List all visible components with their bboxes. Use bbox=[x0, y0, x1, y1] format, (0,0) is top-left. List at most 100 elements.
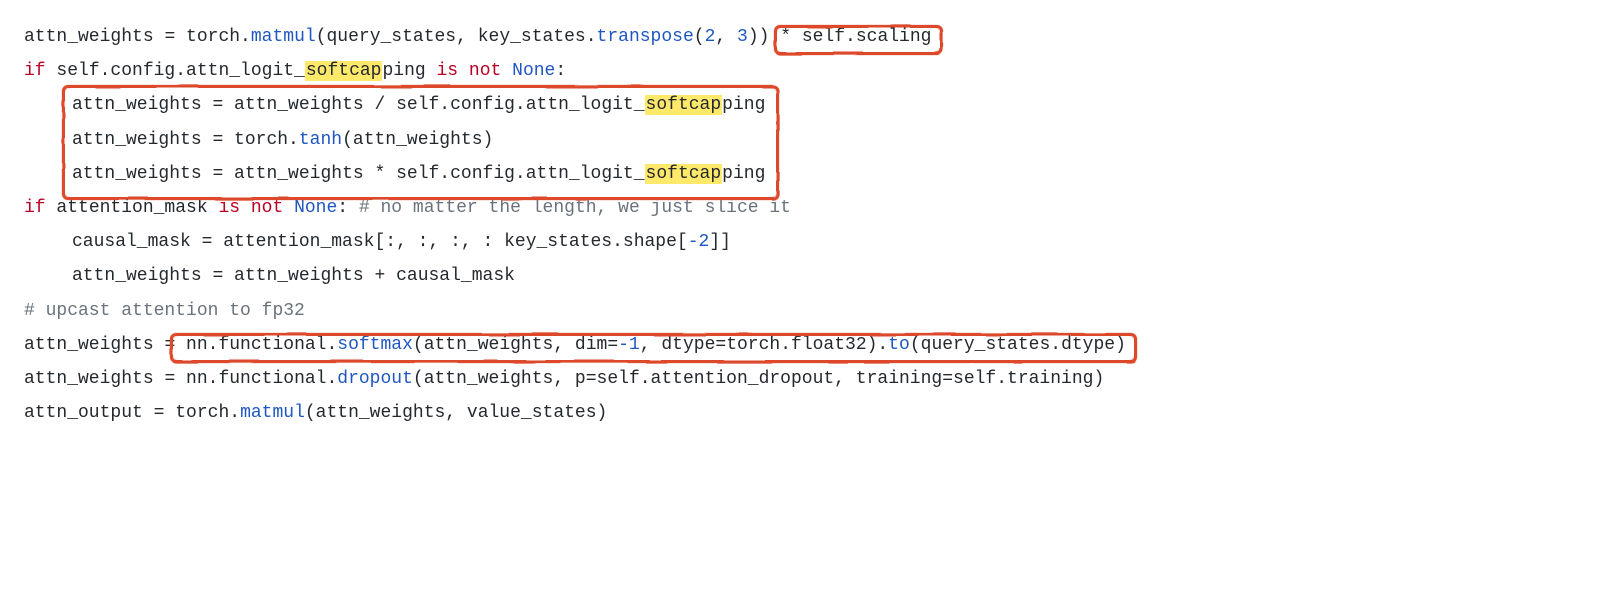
text: ping bbox=[722, 164, 765, 184]
operator: = bbox=[202, 232, 213, 252]
fn-matmul: matmul bbox=[251, 27, 316, 47]
number: -2 bbox=[688, 232, 710, 252]
code-line-3: if self.config.attn_logit_softcapping is… bbox=[24, 54, 1580, 88]
code-line-9: attn_weights = attn_weights + causal_mas… bbox=[24, 259, 1580, 293]
number: -1 bbox=[618, 335, 640, 355]
fn-dropout: dropout bbox=[337, 369, 413, 389]
keyword-if: if bbox=[24, 61, 46, 81]
text: attn_weights bbox=[72, 95, 212, 115]
text: self.config.attn_logit_ bbox=[46, 61, 305, 81]
keyword-if: if bbox=[24, 198, 46, 218]
text: (attn_weights, p bbox=[413, 369, 586, 389]
text: causal_mask bbox=[72, 232, 202, 252]
text: attn_weights bbox=[72, 130, 212, 150]
text: ( bbox=[694, 27, 705, 47]
fn-softmax: softmax bbox=[337, 335, 413, 355]
space bbox=[240, 198, 251, 218]
operator: = bbox=[164, 27, 175, 47]
operator: = bbox=[164, 335, 175, 355]
comment: # no matter the length, we just slice it bbox=[359, 198, 791, 218]
highlight-softcap: softcap bbox=[645, 164, 723, 184]
text: self.attention_dropout, training bbox=[597, 369, 943, 389]
text: (attn_weights, value_states) bbox=[305, 403, 607, 423]
operator: = bbox=[586, 369, 597, 389]
fn-transpose: transpose bbox=[597, 27, 694, 47]
text: attn_weights bbox=[72, 266, 212, 286]
space bbox=[283, 198, 294, 218]
comment: # upcast attention to fp32 bbox=[24, 301, 305, 321]
fn-matmul: matmul bbox=[240, 403, 305, 423]
operator: = bbox=[212, 130, 223, 150]
text: ping bbox=[382, 61, 436, 81]
text: , dtype bbox=[640, 335, 716, 355]
text: attn_weights bbox=[72, 164, 212, 184]
text: , bbox=[715, 27, 737, 47]
text: ]] bbox=[709, 232, 731, 252]
text: ping bbox=[722, 95, 765, 115]
text: nn.functional. bbox=[175, 369, 337, 389]
number: 2 bbox=[705, 27, 716, 47]
text: attn_weights bbox=[24, 335, 164, 355]
code-line-13: attn_weights = nn.functional.dropout(att… bbox=[24, 362, 1580, 396]
keyword-not: not bbox=[251, 198, 283, 218]
text: attn_output bbox=[24, 403, 154, 423]
text: attention_mask bbox=[46, 198, 219, 218]
text: (attn_weights, dim bbox=[413, 335, 607, 355]
text: attention_mask[:, :, :, : key_states.sha… bbox=[212, 232, 687, 252]
text: self.config.attn_logit_ bbox=[385, 164, 644, 184]
highlight-softcap: softcap bbox=[305, 61, 383, 81]
text: attn_weights bbox=[24, 369, 164, 389]
keyword-none: None bbox=[512, 61, 555, 81]
code-line-8: causal_mask = attention_mask[:, :, :, : … bbox=[24, 225, 1580, 259]
highlight-softcap: softcap bbox=[645, 95, 723, 115]
text: attn_weights bbox=[223, 95, 374, 115]
space bbox=[458, 61, 469, 81]
number: 3 bbox=[737, 27, 748, 47]
code-line-7: if attention_mask is not None: # no matt… bbox=[24, 191, 1580, 225]
text: (attn_weights) bbox=[342, 130, 493, 150]
text: : bbox=[337, 198, 359, 218]
operator: = bbox=[212, 164, 223, 184]
text: )) bbox=[748, 27, 780, 47]
text: torch. bbox=[223, 130, 299, 150]
text: self.config.attn_logit_ bbox=[385, 95, 644, 115]
code-line-1: attn_weights = torch.matmul(query_states… bbox=[24, 20, 1580, 54]
operator: = bbox=[607, 335, 618, 355]
text: torch. bbox=[164, 403, 240, 423]
text: self.training) bbox=[953, 369, 1104, 389]
operator: = bbox=[212, 266, 223, 286]
code-line-4: attn_weights = attn_weights / self.confi… bbox=[24, 88, 1580, 122]
operator: = bbox=[154, 403, 165, 423]
code-line-12: attn_weights = nn.functional.softmax(att… bbox=[24, 328, 1580, 362]
operator: = bbox=[942, 369, 953, 389]
operator: + bbox=[374, 266, 385, 286]
fn-tanh: tanh bbox=[299, 130, 342, 150]
text: causal_mask bbox=[385, 266, 515, 286]
text: attn_weights bbox=[24, 27, 164, 47]
text: (query_states.dtype) bbox=[910, 335, 1126, 355]
operator: = bbox=[164, 369, 175, 389]
operator: = bbox=[715, 335, 726, 355]
operator: * bbox=[780, 27, 791, 47]
space bbox=[501, 61, 512, 81]
keyword-none: None bbox=[294, 198, 337, 218]
text: attn_weights bbox=[223, 266, 374, 286]
code-line-6: attn_weights = attn_weights * self.confi… bbox=[24, 157, 1580, 191]
code-line-11: # upcast attention to fp32 bbox=[24, 294, 1580, 328]
code-block: attn_weights = torch.matmul(query_states… bbox=[24, 20, 1580, 430]
text: attn_weights bbox=[223, 164, 374, 184]
operator: * bbox=[374, 164, 385, 184]
code-line-14: attn_output = torch.matmul(attn_weights,… bbox=[24, 396, 1580, 430]
text: nn.functional. bbox=[175, 335, 337, 355]
keyword-not: not bbox=[469, 61, 501, 81]
keyword-is: is bbox=[437, 61, 459, 81]
text: self.scaling bbox=[791, 27, 931, 47]
text: : bbox=[555, 61, 566, 81]
operator: / bbox=[374, 95, 385, 115]
text: torch.float32). bbox=[726, 335, 888, 355]
text: (query_states, key_states. bbox=[316, 27, 597, 47]
keyword-is: is bbox=[218, 198, 240, 218]
code-line-5: attn_weights = torch.tanh(attn_weights) bbox=[24, 123, 1580, 157]
text: torch. bbox=[175, 27, 251, 47]
operator: = bbox=[212, 95, 223, 115]
